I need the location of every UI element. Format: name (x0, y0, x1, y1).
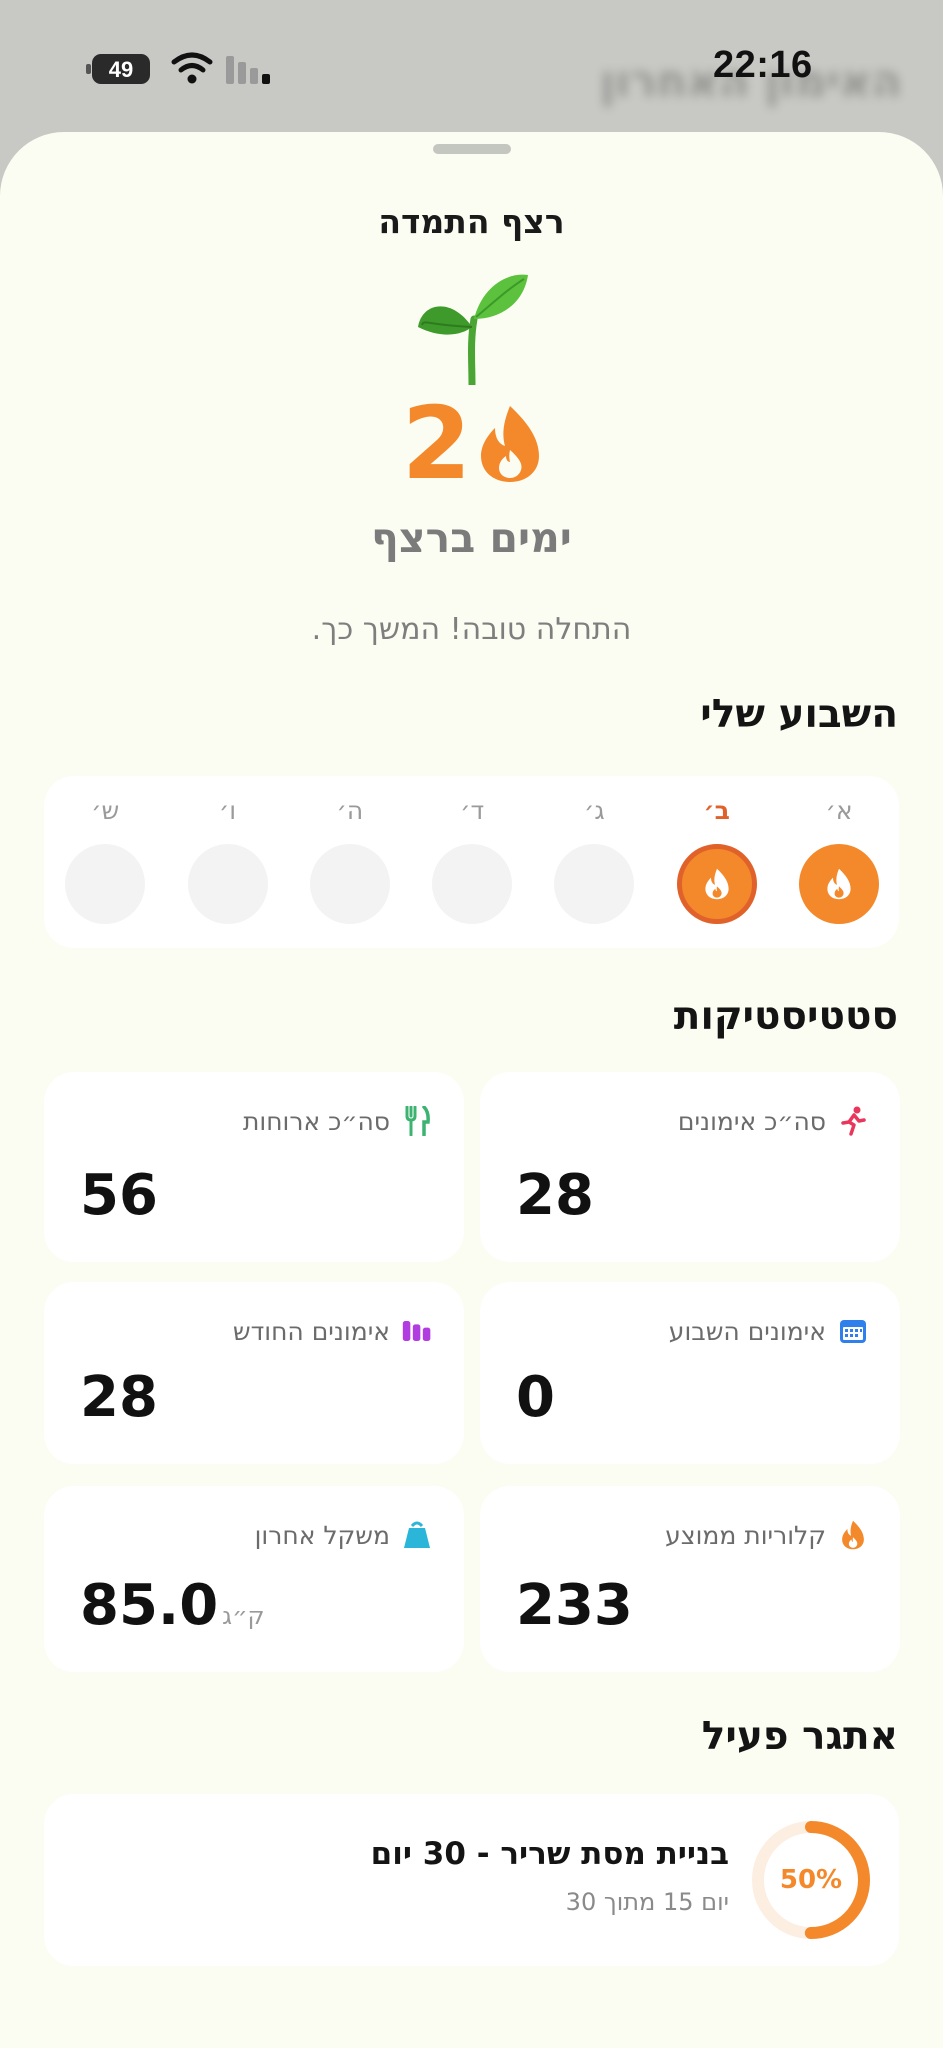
week-day-label: ב׳ (703, 796, 730, 825)
flame-icon (838, 1520, 868, 1550)
stat-value: 28 (516, 1163, 594, 1228)
stat-unit: ק״ג (222, 1602, 265, 1630)
stat-label: אימונים השבוע (668, 1316, 826, 1346)
week-day-label: ש׳ (91, 796, 120, 825)
week-day[interactable]: ו׳ (186, 796, 270, 924)
week-day-empty-circle (187, 844, 268, 924)
stat-card-avg-calories[interactable]: קלוריות ממוצע 233 (480, 1486, 900, 1672)
sheet-title: רצף התמדה (378, 202, 565, 241)
bar-chart-icon (402, 1316, 432, 1346)
stats-section-title: סטטיסטיקות (673, 994, 898, 1039)
stat-card-month-workouts[interactable]: אימונים החודש 28 (44, 1282, 464, 1464)
cellular-signal-icon (226, 56, 270, 84)
week-day-label: ד׳ (460, 796, 485, 825)
stat-card-week-workouts[interactable]: אימונים השבוע 0 (480, 1282, 900, 1464)
flame-icon (705, 868, 729, 900)
stat-value: 28 (80, 1365, 158, 1430)
stat-value: 233 (516, 1573, 633, 1638)
stat-label: קלוריות ממוצע (665, 1520, 826, 1550)
week-day-label: ה׳ (336, 796, 364, 825)
fork-knife-icon (402, 1106, 432, 1136)
flame-icon (827, 868, 851, 900)
week-day-label: ג׳ (584, 796, 605, 825)
status-time: 22:16 (713, 44, 813, 86)
week-day[interactable]: ש׳ (63, 796, 147, 924)
streak-caption: ימים ברצף (371, 514, 572, 562)
flame-icon (481, 406, 540, 482)
week-day[interactable]: ב׳ (675, 796, 759, 924)
week-day-empty-circle (65, 844, 146, 924)
sprout-icon (418, 274, 528, 385)
challenge-percent: 50% (779, 1865, 843, 1895)
stat-value: 0 (516, 1365, 555, 1430)
scale-icon (402, 1520, 432, 1550)
running-icon (838, 1106, 868, 1136)
stat-label: משקל אחרון (254, 1520, 390, 1550)
week-day[interactable]: ה׳ (308, 796, 392, 924)
week-day[interactable]: ד׳ (430, 796, 514, 924)
status-bar: האימון האחרון 49 22:16 (0, 0, 943, 132)
week-day-empty-circle (554, 844, 635, 924)
active-challenge-card[interactable]: 50% בניית מסת שריר - 30 יום יום 15 מתוך … (44, 1794, 899, 1966)
challenge-section-title: אתגר פעיל (701, 1714, 898, 1759)
week-day-completed-circle (799, 844, 879, 924)
stat-value: 85.0 ק״ג (80, 1573, 265, 1638)
week-day[interactable]: ג׳ (552, 796, 636, 924)
stat-value: 56 (80, 1163, 158, 1228)
streak-counter: 2 (0, 394, 943, 494)
wifi-icon (171, 52, 213, 84)
week-day-label: ו׳ (218, 796, 237, 825)
sheet-grabber[interactable] (433, 144, 511, 154)
stat-card-last-weight[interactable]: משקל אחרון 85.0 ק״ג (44, 1486, 464, 1672)
stat-label: סה״כ ארוחות (242, 1106, 390, 1136)
challenge-name: בניית מסת שריר - 30 יום (370, 1836, 729, 1872)
battery-level: 49 (109, 57, 133, 82)
week-section-title: השבוע שלי (700, 692, 898, 737)
week-card: א׳ ב׳ ג׳ ד׳ ה׳ ו׳ ש׳ (44, 776, 899, 948)
stat-card-total-workouts[interactable]: סה״כ אימונים 28 (480, 1072, 900, 1262)
stat-label: אימונים החודש (232, 1316, 390, 1346)
challenge-progress-text: יום 15 מתוך 30 (565, 1888, 729, 1916)
week-day[interactable]: א׳ (797, 796, 881, 924)
week-day-label: א׳ (825, 796, 853, 825)
streak-days-number: 2 (401, 385, 472, 502)
stat-card-total-meals[interactable]: סה״כ ארוחות 56 (44, 1072, 464, 1262)
week-day-empty-circle (432, 844, 513, 924)
stat-label: סה״כ אימונים (677, 1106, 826, 1136)
stat-value-number: 85.0 (80, 1573, 219, 1638)
week-day-empty-circle (309, 844, 390, 924)
encouragement-text: התחלה טובה! המשך כך. (311, 612, 632, 647)
streak-sheet: רצף התמדה 2 ימים ברצף התחלה טובה! המשך כ… (0, 132, 943, 2048)
calendar-icon (838, 1316, 868, 1346)
week-day-completed-circle (676, 844, 757, 924)
battery-icon: 49 (86, 54, 150, 84)
